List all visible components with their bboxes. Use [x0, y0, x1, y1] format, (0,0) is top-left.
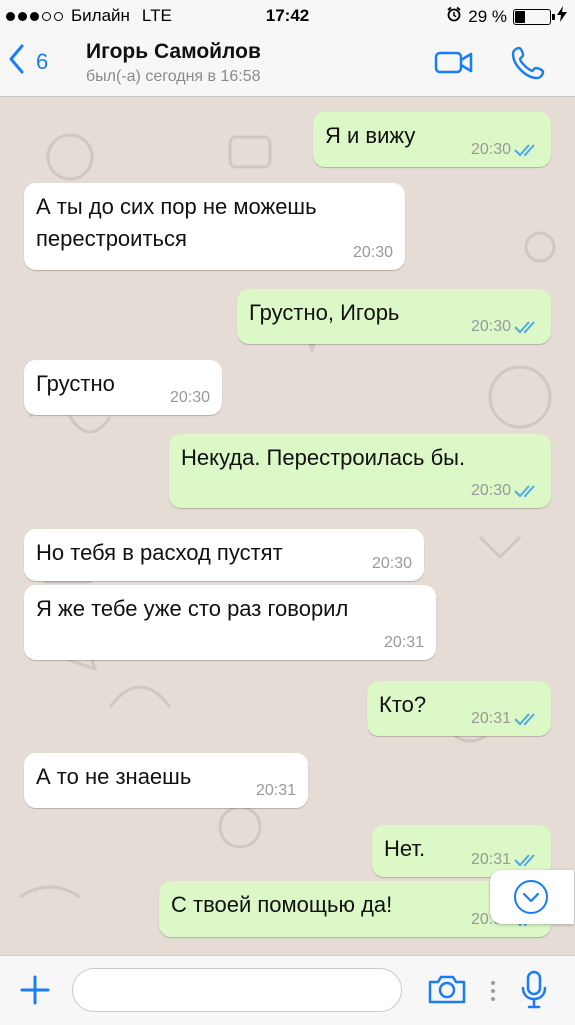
message-text: А ты до сих пор не можешь перестроиться: [36, 194, 317, 251]
chat-header: 6 Игорь Самойлов был(-а) сегодня в 16:58: [0, 34, 575, 97]
message-time: 20:30: [470, 318, 511, 335]
chevron-down-circle-icon: [513, 879, 549, 920]
double-check-icon: [514, 485, 535, 498]
outgoing-message[interactable]: Кто? 20:31: [367, 681, 551, 736]
message-time: 20:30: [371, 555, 412, 572]
camera-icon: [427, 975, 467, 1009]
message-text: Грустно, Игорь: [249, 300, 400, 325]
message-time: 20:31: [255, 782, 296, 799]
battery-percent: 29 %: [468, 6, 507, 26]
unread-count: 6: [36, 49, 49, 74]
camera-button[interactable]: [427, 973, 467, 1010]
message-text: Но тебя в расход пустят: [36, 540, 283, 565]
incoming-message[interactable]: А ты до сих пор не можешь перестроиться …: [24, 183, 405, 270]
status-right: 29 %: [446, 6, 567, 27]
incoming-message[interactable]: Грустно 20:30: [24, 360, 222, 415]
back-button[interactable]: 6: [8, 44, 48, 80]
message-input[interactable]: [72, 968, 402, 1012]
microphone-icon: [520, 970, 548, 1014]
ellipsis-vertical-icon: [489, 981, 497, 1006]
incoming-message[interactable]: Но тебя в расход пустят 20:30: [24, 529, 424, 581]
status-bar: Билайн LTE 17:42 29 %: [0, 0, 575, 34]
message-time: 20:30: [470, 482, 511, 499]
message-text: Я и вижу: [325, 123, 416, 148]
message-time: 20:31: [470, 710, 511, 727]
voice-message-button[interactable]: [520, 970, 548, 1015]
chevron-left-icon: [8, 44, 24, 80]
message-time: 20:30: [169, 389, 210, 406]
message-time: 20:31: [470, 851, 511, 868]
double-check-icon: [514, 144, 535, 157]
message-list[interactable]: Я и вижу 20:30 А ты до сих пор не можешь…: [0, 97, 575, 955]
message-time: 20:31: [383, 634, 424, 651]
last-seen-status: был(-а) сегодня в 16:58: [86, 68, 261, 85]
compose-bar: [0, 955, 575, 1025]
battery-icon: [513, 8, 555, 25]
charging-bolt-icon: [557, 6, 567, 27]
plus-icon: [18, 975, 52, 1011]
message-text: Грустно: [36, 371, 115, 396]
outgoing-message[interactable]: Грустно, Игорь 20:30: [237, 289, 551, 344]
message-text: Некуда. Перестроилась бы.: [181, 445, 466, 470]
message-time: 20:30: [352, 244, 393, 261]
message-text: Кто?: [379, 692, 427, 717]
alarm-icon: [446, 6, 462, 27]
message-text: Я же тебе уже сто раз говорил: [36, 596, 349, 621]
voice-call-button[interactable]: [510, 45, 546, 86]
message-text: Нет.: [384, 836, 426, 861]
incoming-message[interactable]: Я же тебе уже сто раз говорил 20:31: [24, 585, 436, 660]
double-check-icon: [514, 321, 535, 334]
video-camera-icon: [434, 51, 474, 80]
message-text: А то не знаешь: [36, 764, 192, 789]
scroll-to-bottom-button[interactable]: [490, 870, 574, 924]
more-options-button[interactable]: [489, 980, 497, 1007]
outgoing-message[interactable]: Я и вижу 20:30: [313, 112, 551, 167]
double-check-icon: [514, 713, 535, 726]
double-check-icon: [514, 854, 535, 867]
message-time: 20:30: [470, 141, 511, 158]
incoming-message[interactable]: А то не знаешь 20:31: [24, 753, 308, 808]
contact-name[interactable]: Игорь Самойлов: [86, 40, 261, 64]
video-call-button[interactable]: [434, 48, 474, 81]
phone-icon: [510, 46, 546, 85]
message-text: С твоей помощью да!: [171, 892, 393, 917]
outgoing-message[interactable]: Некуда. Перестроилась бы. 20:30: [169, 434, 551, 508]
attach-button[interactable]: [18, 973, 52, 1012]
